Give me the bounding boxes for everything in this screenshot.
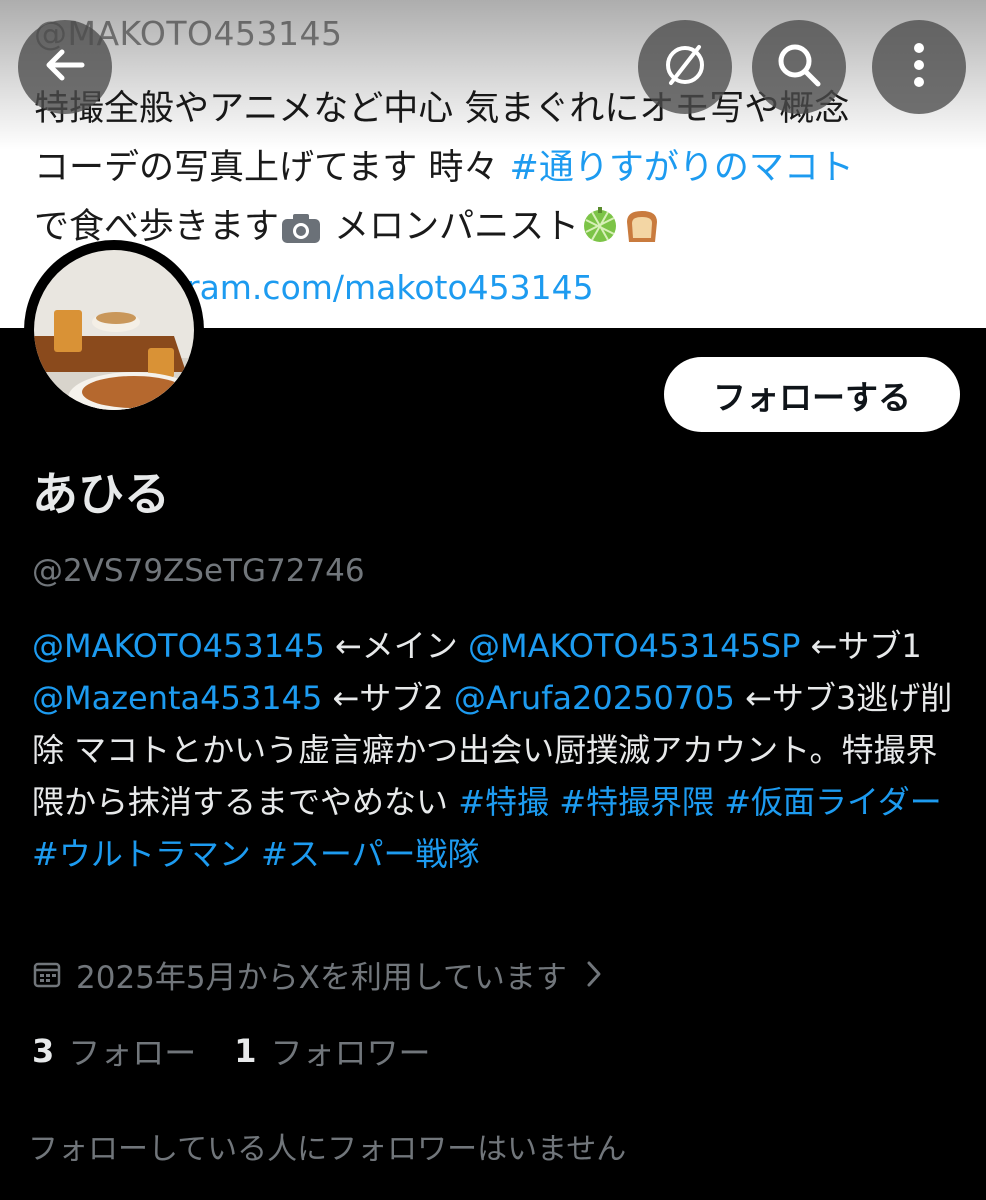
follow-stats: 3 フォロー 1 フォロワー xyxy=(32,1028,469,1074)
followers-count: 1 xyxy=(234,1032,257,1070)
calendar-icon xyxy=(32,959,62,989)
arrow-left-icon xyxy=(42,42,88,92)
banner-bio-text: コーデの写真上げてます 時々 xyxy=(34,148,510,188)
eye-slash-icon xyxy=(660,40,710,94)
following-label: フォロー xyxy=(68,1034,197,1072)
no-mutual-followers: フォローしている人にフォロワーはいません xyxy=(28,1132,627,1167)
following-link[interactable]: 3 フォロー xyxy=(32,1028,196,1074)
joined-text: 2025年5月からXを利用しています xyxy=(76,959,567,996)
follow-button[interactable]: フォローする xyxy=(664,357,960,432)
camera-emoji xyxy=(281,204,321,263)
profile-handle: @2VS79ZSeTG72746 xyxy=(32,553,365,589)
chevron-right-icon xyxy=(585,959,603,989)
banner-bio-text: メロンパニスト xyxy=(323,207,580,247)
avatar-image xyxy=(34,250,194,410)
joined-date[interactable]: 2025年5月からXを利用しています xyxy=(32,952,603,996)
profile-bio: @MAKOTO453145 ←メイン @MAKOTO453145SP ←サブ1 … xyxy=(32,620,962,880)
bio-mention[interactable]: @Arufa20250705 xyxy=(454,679,735,717)
banner-bio-text: で食べ歩きます xyxy=(34,207,280,247)
banner-hashtag: #通りすがりのマコト xyxy=(509,148,854,188)
display-name: あひる xyxy=(32,467,170,521)
bio-mention[interactable]: @Mazenta453145 xyxy=(32,679,322,717)
melon-emoji xyxy=(581,204,619,263)
bio-text xyxy=(549,783,559,821)
bio-hashtag[interactable]: #スーパー戦隊 xyxy=(261,835,480,873)
bio-text: ←サブ2 xyxy=(322,679,454,717)
bio-text: ←メイン xyxy=(324,627,468,665)
bio-text xyxy=(714,783,724,821)
banner-link: ram.com/makoto453145 xyxy=(186,268,594,307)
bio-text: ←サブ1 xyxy=(800,627,922,665)
banner-bio-line-2: コーデの写真上げてます 時々 #通りすがりのマコト xyxy=(34,139,954,198)
bio-hashtag[interactable]: #ウルトラマン xyxy=(32,835,251,873)
search-icon xyxy=(775,41,823,93)
bio-hashtag[interactable]: #仮面ライダー xyxy=(724,783,942,821)
search-button[interactable] xyxy=(752,20,846,114)
back-button[interactable] xyxy=(18,20,112,114)
bio-hashtag[interactable]: #特撮界隈 xyxy=(559,783,714,821)
banner-bio-line-3: で食べ歩きます メロンパニスト xyxy=(34,198,954,263)
bio-mention[interactable]: @MAKOTO453145 xyxy=(32,627,325,665)
bio-mention[interactable]: @MAKOTO453145SP xyxy=(468,627,800,665)
avatar[interactable] xyxy=(24,240,204,420)
more-vertical-icon xyxy=(912,42,926,92)
more-button[interactable] xyxy=(872,20,966,114)
following-count: 3 xyxy=(32,1032,55,1070)
bio-text xyxy=(251,835,261,873)
followers-label: フォロワー xyxy=(270,1034,431,1072)
bio-hashtag[interactable]: #特撮 xyxy=(458,783,549,821)
hide-button[interactable] xyxy=(638,20,732,114)
followers-link[interactable]: 1 フォロワー xyxy=(234,1028,430,1074)
bread-emoji xyxy=(623,204,661,263)
